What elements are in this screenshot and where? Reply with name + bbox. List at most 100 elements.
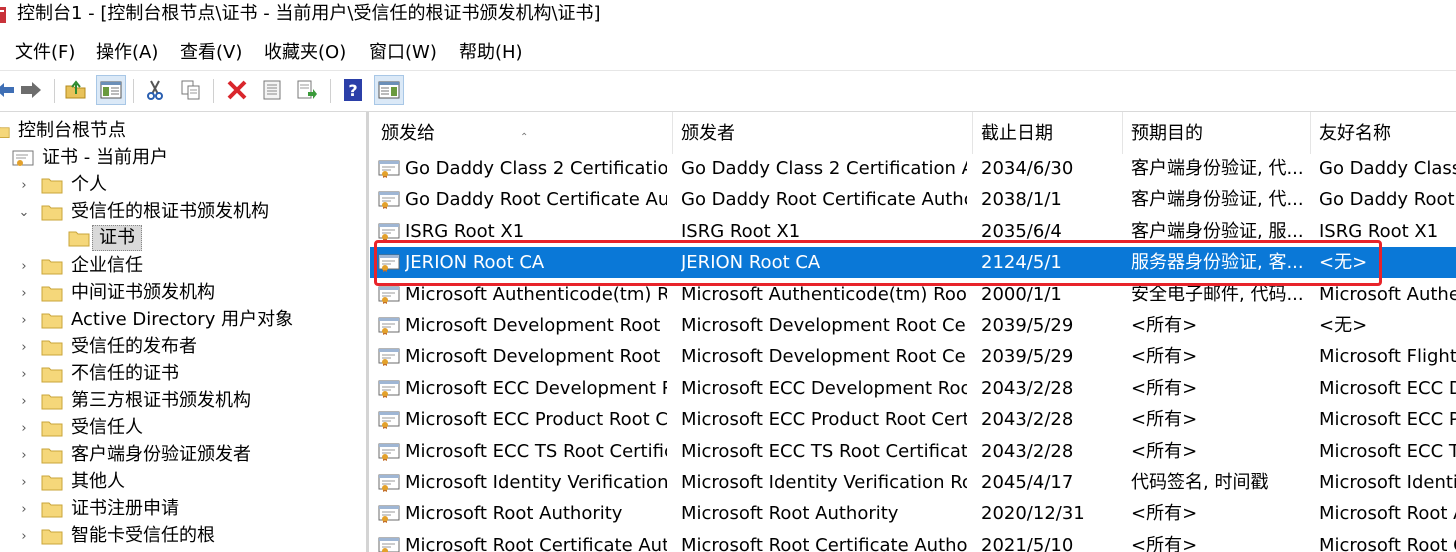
chevron-right-icon[interactable]: › bbox=[17, 178, 31, 193]
folder-icon bbox=[41, 205, 63, 221]
cell-issued-to: Microsoft Authenticode(tm) R... bbox=[405, 283, 667, 305]
tree-item-active-directory[interactable]: › Active Directory 用户对象 bbox=[17, 307, 293, 333]
tree-item-untrusted[interactable]: › 不信任的证书 bbox=[17, 361, 179, 387]
up-one-level-button[interactable] bbox=[61, 75, 91, 105]
tree-item-label: 企业信任 bbox=[71, 255, 143, 276]
table-row[interactable]: Microsoft Root Authority Microsoft Root A… bbox=[370, 498, 1456, 529]
chevron-right-icon[interactable]: › bbox=[17, 313, 31, 328]
menu-help[interactable]: 帮助(H) bbox=[459, 42, 523, 64]
cell-issued-by: Go Daddy Class 2 Certification A... bbox=[681, 158, 967, 179]
column-header-label: 预期目的 bbox=[1131, 123, 1203, 144]
help-button[interactable]: ? bbox=[338, 75, 368, 105]
tree-item-trusted-publishers[interactable]: › 受信任的发布者 bbox=[17, 334, 197, 360]
forward-button[interactable] bbox=[16, 75, 46, 105]
table-row[interactable]: Microsoft ECC TS Root Certific... Microso… bbox=[370, 436, 1456, 467]
folder-icon bbox=[41, 286, 63, 302]
table-row[interactable]: Go Daddy Root Certificate Aut... Go Daddy… bbox=[370, 184, 1456, 215]
chevron-right-icon[interactable]: › bbox=[17, 502, 31, 517]
tree-item-enterprise-trust[interactable]: › 企业信任 bbox=[17, 253, 143, 279]
cell-issued-to: Go Daddy Root Certificate Aut... bbox=[405, 189, 667, 211]
menu-favorites[interactable]: 收藏夹(O) bbox=[264, 42, 346, 64]
tree-item-trusted-root[interactable]: ⌄ 受信任的根证书颁发机构 bbox=[17, 199, 269, 225]
tree-item-personal[interactable]: › 个人 bbox=[17, 172, 107, 198]
show-hide-action-pane-button[interactable] bbox=[374, 75, 404, 105]
chevron-right-icon[interactable]: › bbox=[17, 367, 31, 382]
tree-item-enrollment-requests[interactable]: › 证书注册申请 bbox=[17, 496, 179, 522]
table-row[interactable]: Microsoft Development Root ... Microsoft … bbox=[370, 310, 1456, 341]
chevron-right-icon[interactable]: › bbox=[17, 340, 31, 355]
column-header-friendly-name[interactable]: 友好名称 bbox=[1311, 112, 1456, 154]
certificate-list: 颁发给 ⌃ 颁发者 截止日期 预期目的 友好名称 Go Daddy Class … bbox=[370, 112, 1456, 552]
table-row[interactable]: JERION Root CA JERION Root CA 2124/5/1 服务器身… bbox=[370, 247, 1456, 279]
show-hide-tree-button[interactable] bbox=[96, 75, 126, 105]
tree-item-third-party-root[interactable]: › 第三方根证书颁发机构 bbox=[17, 388, 251, 414]
cell-intended-purposes: 代码签名, 时间戳 bbox=[1131, 472, 1269, 493]
folder-icon bbox=[41, 394, 63, 410]
toolbar-separator bbox=[330, 79, 331, 103]
certificate-icon bbox=[378, 443, 400, 461]
chevron-right-icon[interactable]: › bbox=[17, 286, 31, 301]
folder-icon bbox=[41, 259, 63, 275]
folder-icon bbox=[41, 421, 63, 437]
table-row[interactable]: Microsoft ECC Development R... Microsoft … bbox=[370, 373, 1456, 404]
folder-icon bbox=[68, 231, 90, 247]
menu-file[interactable]: 文件(F) bbox=[15, 42, 75, 64]
cell-expiration-date: 2043/2/28 bbox=[981, 409, 1074, 431]
menu-window[interactable]: 窗口(W) bbox=[369, 42, 437, 64]
column-header-expiration-date[interactable]: 截止日期 bbox=[973, 112, 1123, 154]
tree-item-trusted-people[interactable]: › 受信任人 bbox=[17, 415, 143, 441]
chevron-right-icon[interactable]: › bbox=[17, 448, 31, 463]
menu-view[interactable]: 查看(V) bbox=[180, 42, 242, 64]
column-header-issued-by[interactable]: 颁发者 bbox=[673, 112, 973, 154]
table-row[interactable]: Microsoft Identity Verification ... Micro… bbox=[370, 467, 1456, 498]
copy-button[interactable] bbox=[176, 75, 206, 105]
certificate-icon bbox=[378, 505, 400, 524]
tree-item-label: 受信任的发布者 bbox=[71, 336, 197, 357]
delete-button[interactable] bbox=[222, 75, 252, 105]
column-header-issued-to[interactable]: 颁发给 ⌃ bbox=[373, 112, 673, 154]
cell-issued-to: ISRG Root X1 bbox=[405, 220, 525, 242]
tree-item-label: 智能卡受信任的根 bbox=[71, 525, 215, 546]
menu-bar: 文件(F) 操作(A) 查看(V) 收藏夹(O) 窗口(W) 帮助(H) bbox=[0, 36, 1456, 68]
cut-icon bbox=[147, 80, 163, 100]
tree-item-smart-card-root[interactable]: › 智能卡受信任的根 bbox=[17, 523, 215, 549]
cell-issued-by: Go Daddy Root Certificate Autho... bbox=[681, 189, 967, 211]
cell-friendly-name: <无> bbox=[1319, 315, 1368, 336]
table-row[interactable]: Go Daddy Class 2 Certification ... Go Dad… bbox=[370, 153, 1456, 184]
table-row[interactable]: Microsoft ECC Product Root C... Microsoft… bbox=[370, 404, 1456, 435]
cell-friendly-name: Microsoft ECC D bbox=[1319, 377, 1456, 399]
tree-item-client-auth-issuers[interactable]: › 客户端身份验证颁发者 bbox=[17, 442, 251, 468]
properties-button[interactable] bbox=[257, 75, 287, 105]
chevron-down-icon[interactable]: ⌄ bbox=[17, 205, 31, 220]
cell-friendly-name: Microsoft Flighti bbox=[1319, 346, 1456, 368]
table-row[interactable]: Microsoft Root Certificate Aut... Microso… bbox=[370, 530, 1456, 552]
table-row[interactable]: ISRG Root X1 ISRG Root X1 2035/6/4 客户端身份验证,… bbox=[370, 216, 1456, 247]
forward-arrow-icon bbox=[21, 82, 41, 98]
tree-item-other-people[interactable]: › 其他人 bbox=[17, 469, 125, 495]
tree-item-certificates[interactable]: 证书 bbox=[68, 225, 142, 251]
chevron-right-icon[interactable]: › bbox=[17, 259, 31, 274]
chevron-right-icon[interactable]: › bbox=[17, 394, 31, 409]
chevron-right-icon[interactable]: › bbox=[17, 475, 31, 490]
tree-item-intermediate-ca[interactable]: › 中间证书颁发机构 bbox=[17, 280, 215, 306]
cell-issued-by: Microsoft Identity Verification Ro... bbox=[681, 472, 967, 493]
table-row[interactable]: Microsoft Development Root ... Microsoft … bbox=[370, 341, 1456, 372]
folder-icon bbox=[0, 126, 10, 138]
cell-intended-purposes: <所有> bbox=[1131, 377, 1198, 399]
chevron-right-icon[interactable]: › bbox=[17, 421, 31, 436]
column-header-intended-purposes[interactable]: 预期目的 bbox=[1123, 112, 1311, 154]
pane-splitter[interactable] bbox=[366, 112, 369, 552]
menu-action[interactable]: 操作(A) bbox=[96, 42, 158, 64]
tree-root-node[interactable]: 控制台根节点 bbox=[0, 118, 126, 144]
cell-issued-by: JERION Root CA bbox=[681, 252, 821, 274]
cell-friendly-name: Go Daddy Root C bbox=[1319, 189, 1456, 211]
tree-item-label: 受信任的根证书颁发机构 bbox=[71, 201, 269, 222]
tree-cert-store-node[interactable]: 证书 - 当前用户 bbox=[12, 145, 168, 171]
folder-icon bbox=[41, 502, 63, 518]
tree-item-label: Active Directory 用户对象 bbox=[71, 309, 294, 330]
tree-root-label: 控制台根节点 bbox=[18, 120, 126, 141]
chevron-right-icon[interactable]: › bbox=[17, 529, 31, 544]
table-row[interactable]: Microsoft Authenticode(tm) R... Microsoft… bbox=[370, 279, 1456, 310]
cut-button[interactable] bbox=[140, 75, 170, 105]
export-list-button[interactable] bbox=[292, 75, 322, 105]
